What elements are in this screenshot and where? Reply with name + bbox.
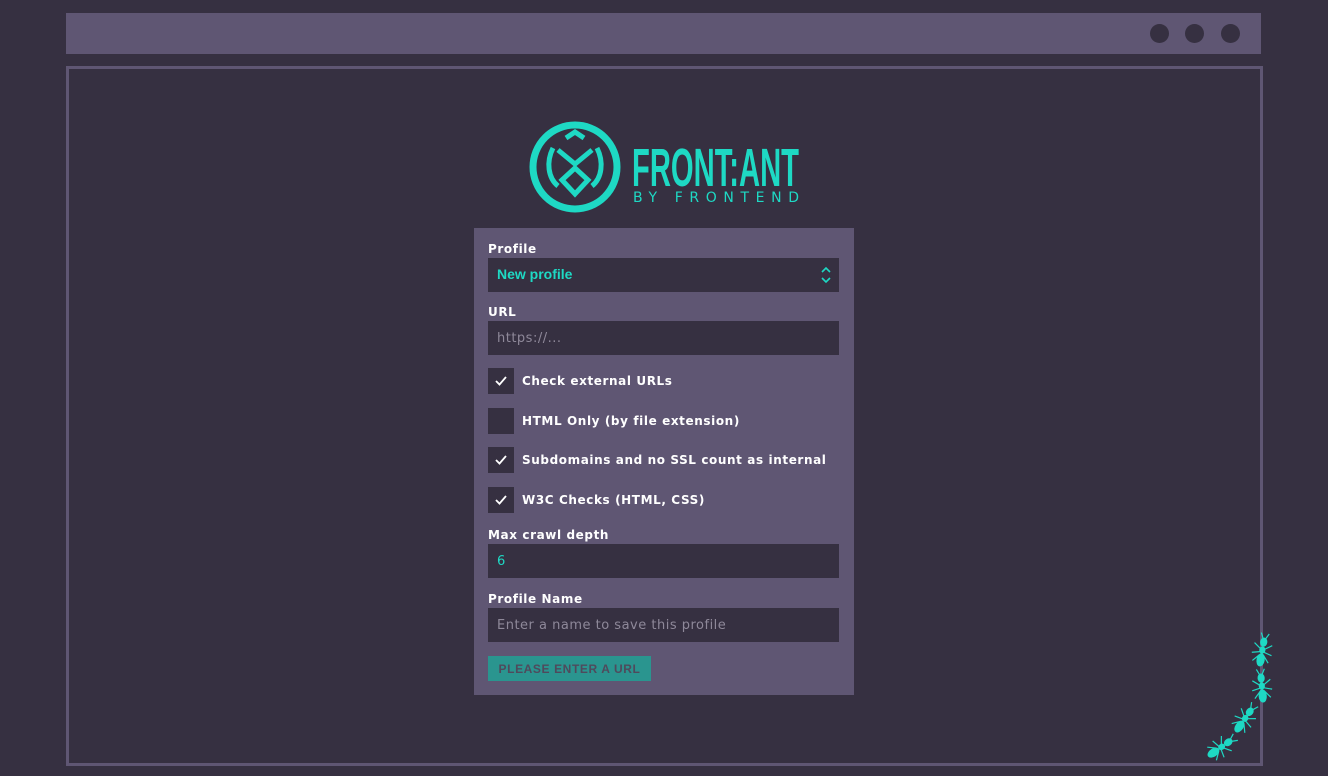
profile-label: Profile xyxy=(488,242,537,256)
submit-button[interactable]: PLEASE ENTER A URL xyxy=(488,656,651,681)
checkbox-box[interactable] xyxy=(488,447,514,473)
profile-name-field xyxy=(488,608,839,642)
checkbox-w3c-checks[interactable]: W3C Checks (HTML, CSS) xyxy=(488,487,705,513)
max-depth-field xyxy=(488,544,839,578)
checkbox-box[interactable] xyxy=(488,408,514,434)
checkbox-label: HTML Only (by file extension) xyxy=(522,414,740,428)
checkbox-label: Check external URLs xyxy=(522,374,673,388)
select-arrows-icon xyxy=(821,266,831,284)
checkbox-label: W3C Checks (HTML, CSS) xyxy=(522,493,705,507)
checkbox-box[interactable] xyxy=(488,487,514,513)
profile-name-input[interactable] xyxy=(488,608,839,642)
checkbox-box[interactable] xyxy=(488,368,514,394)
checkbox-label: Subdomains and no SSL count as internal xyxy=(522,453,827,467)
brand-name: FRONT:ANT xyxy=(632,138,799,198)
max-depth-input[interactable] xyxy=(488,544,839,578)
checkmark-icon xyxy=(495,376,507,386)
checkmark-icon xyxy=(495,495,507,505)
url-input[interactable] xyxy=(488,321,839,355)
profile-select[interactable]: New profile xyxy=(488,258,839,292)
checkbox-check-external-urls[interactable]: Check external URLs xyxy=(488,368,673,394)
window-minimize-dot[interactable] xyxy=(1150,24,1169,43)
ants-decoration-icon xyxy=(1207,632,1273,761)
checkbox-html-only[interactable]: HTML Only (by file extension) xyxy=(488,408,740,434)
url-field xyxy=(488,321,839,355)
crawl-settings-panel: Profile New profile URL Check external U… xyxy=(474,228,854,695)
window-close-dot[interactable] xyxy=(1221,24,1240,43)
frontant-logo: FRONT:ANT BY FRONTEND xyxy=(529,121,799,213)
url-label: URL xyxy=(488,305,517,319)
checkbox-subdomains-internal[interactable]: Subdomains and no SSL count as internal xyxy=(488,447,827,473)
checkmark-icon xyxy=(495,455,507,465)
max-depth-label: Max crawl depth xyxy=(488,528,610,542)
profile-select-value: New profile xyxy=(497,266,573,282)
window-titlebar xyxy=(66,13,1261,54)
window-maximize-dot[interactable] xyxy=(1185,24,1204,43)
ant-emblem-icon xyxy=(529,121,621,213)
profile-name-label: Profile Name xyxy=(488,592,583,606)
